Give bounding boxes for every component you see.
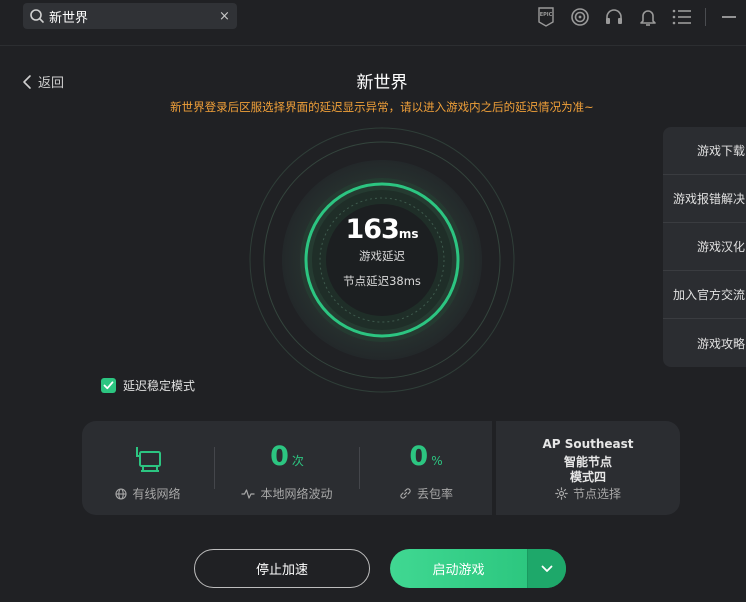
title-bar: × EPIC <box>0 0 746 34</box>
stable-mode-label: 延迟稳定模式 <box>123 379 196 393</box>
node-selector[interactable]: AP Southeast 智能节点 模式四 节点选择 <box>496 421 680 515</box>
latency-warning: 新世界登录后区服选择界面的延迟显示异常，请以进入游戏内之后的延迟情况为准~ <box>170 100 594 114</box>
search-icon <box>29 8 45 24</box>
page-title: 新世界 <box>356 73 408 93</box>
network-type-stat: 有线网络 <box>82 421 214 515</box>
stable-mode-toggle[interactable]: 延迟稳定模式 <box>94 377 195 394</box>
latency-unit: ms <box>398 227 419 241</box>
stats-card: 有线网络 0次 本地网络波动 0% 丢包率 AP Southeast 智能节点 … <box>82 421 680 515</box>
fluctuation-label: 本地网络波动 <box>260 487 333 501</box>
packet-loss-stat: 0% 丢包率 <box>360 421 492 515</box>
header-divider <box>0 45 746 46</box>
menu-icon[interactable] <box>671 6 693 28</box>
svg-text:EPIC: EPIC <box>540 12 553 18</box>
side-item-join-community[interactable]: 加入官方交流 <box>663 271 746 319</box>
latency-readout: 163ms <box>249 214 515 245</box>
bell-icon[interactable] <box>637 6 659 28</box>
latency-label: 游戏延迟 <box>359 249 405 263</box>
clear-search-button[interactable]: × <box>219 9 230 24</box>
side-item-download[interactable]: 游戏下载 <box>663 127 746 175</box>
side-panel: 游戏下载 游戏报错解决 游戏汉化 加入官方交流 游戏攻略 <box>663 127 746 367</box>
wired-network-icon <box>136 447 161 472</box>
fluctuation-value: 0 <box>270 441 289 472</box>
minimize-icon[interactable] <box>718 6 740 28</box>
epic-games-icon[interactable]: EPIC <box>535 6 557 28</box>
node-mode: 模式四 <box>569 470 606 484</box>
search-input[interactable] <box>49 8 219 24</box>
side-item-error-fix[interactable]: 游戏报错解决 <box>663 175 746 223</box>
ubisoft-icon[interactable] <box>569 6 591 28</box>
node-region: AP Southeast <box>542 437 634 451</box>
toolbar-divider <box>705 8 706 26</box>
check-icon <box>103 381 114 390</box>
side-item-guide[interactable]: 游戏攻略 <box>663 319 746 367</box>
pulse-icon <box>241 488 255 499</box>
link-icon <box>400 488 411 499</box>
fluctuation-unit: 次 <box>291 454 304 468</box>
stop-acceleration-button[interactable]: 停止加速 <box>194 549 370 588</box>
start-game-button-group: 启动游戏 <box>390 549 566 588</box>
start-game-button[interactable]: 启动游戏 <box>390 549 527 588</box>
packet-loss-label: 丢包率 <box>416 487 453 501</box>
headset-icon[interactable] <box>603 6 625 28</box>
node-latency: 节点延迟38ms <box>343 274 421 288</box>
packet-loss-value: 0 <box>409 441 429 472</box>
packet-loss-unit: % <box>431 454 443 468</box>
stable-mode-checkbox[interactable] <box>101 378 116 393</box>
globe-icon <box>115 487 128 500</box>
node-select-label: 节点选择 <box>572 487 621 501</box>
start-options-dropdown[interactable] <box>527 549 566 588</box>
search-box[interactable]: × <box>23 3 237 29</box>
fluctuation-stat: 0次 本地网络波动 <box>215 421 359 515</box>
side-item-localization[interactable]: 游戏汉化 <box>663 223 746 271</box>
latency-value: 163 <box>345 214 399 245</box>
gear-icon <box>555 487 568 500</box>
network-type-label: 有线网络 <box>132 487 181 501</box>
chevron-down-icon <box>541 565 553 572</box>
